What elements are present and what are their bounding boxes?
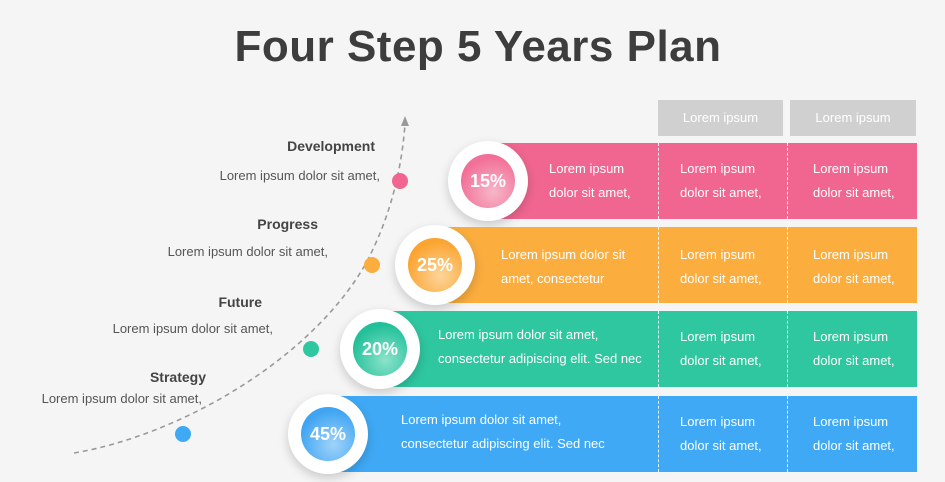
step-4-divider-1 bbox=[658, 396, 659, 472]
step-3-main-text: Lorem ipsum dolor sit amet, consectetur a… bbox=[438, 327, 642, 366]
step-1-cell-2: Lorem ipsum dolor sit amet, bbox=[813, 161, 895, 200]
step-4-cell-2: Lorem ipsum dolor sit amet, bbox=[813, 414, 895, 453]
step-4-percent-badge: 45% bbox=[288, 394, 368, 474]
step-2-cell-2: Lorem ipsum dolor sit amet, bbox=[813, 247, 895, 286]
arrow-head-icon bbox=[401, 116, 409, 126]
step-2-title: Progress bbox=[257, 216, 318, 232]
step-2-marker bbox=[364, 257, 380, 273]
step-1-marker bbox=[392, 173, 408, 189]
step-2-description: Lorem ipsum dolor sit amet, bbox=[167, 244, 328, 259]
step-4-cell-1: Lorem ipsum dolor sit amet, bbox=[680, 414, 762, 453]
step-1-cell-1: Lorem ipsum dolor sit amet, bbox=[680, 161, 762, 200]
step-4-description: Lorem ipsum dolor sit amet, bbox=[41, 391, 202, 406]
step-3-divider-2 bbox=[787, 311, 788, 387]
step-4-main-text: Lorem ipsum dolor sit amet, consectetur a… bbox=[401, 412, 605, 451]
step-3-marker bbox=[303, 341, 319, 357]
step-4-divider-2 bbox=[787, 396, 788, 472]
step-3-row: Lorem ipsum dolor sit amet, consectetur a… bbox=[340, 309, 917, 389]
step-1-title: Development bbox=[287, 138, 375, 154]
step-2-percent-badge: 25% bbox=[395, 225, 475, 305]
step-3-cell-2: Lorem ipsum dolor sit amet, bbox=[813, 329, 895, 368]
step-3-title: Future bbox=[218, 294, 262, 310]
step-2-divider-1 bbox=[658, 227, 659, 303]
step-3-percent: 20% bbox=[353, 322, 407, 376]
step-2-divider-2 bbox=[787, 227, 788, 303]
step-2-cell-1: Lorem ipsum dolor sit amet, bbox=[680, 247, 762, 286]
step-1-row: Lorem ipsum dolor sit amet, Lorem ipsum do… bbox=[448, 141, 917, 221]
step-4-marker bbox=[175, 426, 191, 442]
step-3-divider-1 bbox=[658, 311, 659, 387]
step-4-percent: 45% bbox=[301, 407, 355, 461]
step-1-divider-2 bbox=[787, 143, 788, 219]
step-1-percent: 15% bbox=[461, 154, 515, 208]
step-1-description: Lorem ipsum dolor sit amet, bbox=[219, 168, 380, 183]
step-4-title: Strategy bbox=[149, 369, 206, 385]
step-2-row: Lorem ipsum dolor sit amet, consectetur L… bbox=[395, 225, 917, 305]
step-1-divider-1 bbox=[658, 143, 659, 219]
step-4-row: Lorem ipsum dolor sit amet, consectetur a… bbox=[288, 394, 917, 474]
step-3-cell-1: Lorem ipsum dolor sit amet, bbox=[680, 329, 762, 368]
step-1-percent-badge: 15% bbox=[448, 141, 528, 221]
step-2-percent: 25% bbox=[408, 238, 462, 292]
step-3-percent-badge: 20% bbox=[340, 309, 420, 389]
step-3-description: Lorem ipsum dolor sit amet, bbox=[112, 321, 273, 336]
step-1-main-text: Lorem ipsum dolor sit amet, bbox=[549, 161, 631, 200]
step-2-main-text: Lorem ipsum dolor sit amet, consectetur bbox=[501, 247, 626, 286]
